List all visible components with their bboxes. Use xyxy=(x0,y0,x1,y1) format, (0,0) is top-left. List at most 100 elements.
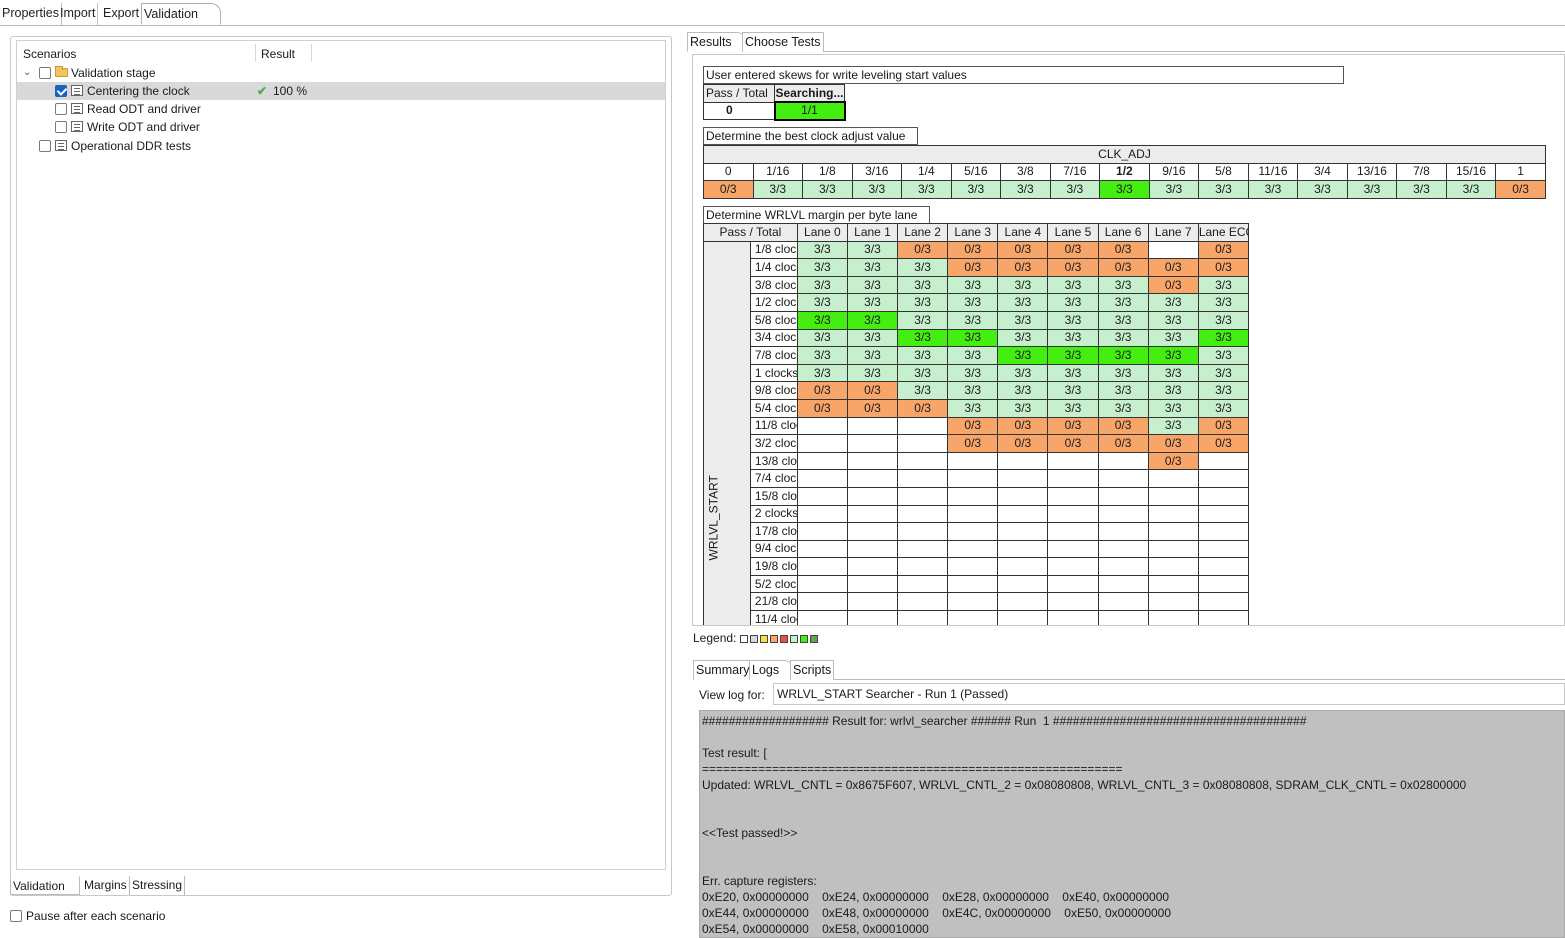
row-label: 7/8 clocks xyxy=(749,346,798,365)
view-log-select[interactable]: WRLVL_START Searcher - Run 1 (Passed) xyxy=(773,683,1565,705)
lane-cell xyxy=(997,574,1049,594)
row-label: 11/4 clocks xyxy=(749,610,798,625)
lane-cell xyxy=(897,522,949,541)
pause-option[interactable]: Pause after each scenario xyxy=(10,908,165,924)
lane-cell: 3/3 xyxy=(796,310,848,330)
column-header-result[interactable]: Result xyxy=(261,47,295,61)
tree-row-write-odt[interactable]: Write ODT and driver xyxy=(17,118,665,136)
checkbox-centering-the-clock[interactable] xyxy=(55,85,67,97)
lane-cell xyxy=(1197,539,1250,559)
clk-adj-cell: 3/3 xyxy=(752,180,804,199)
tab-validation-bottom[interactable]: Validation xyxy=(10,876,80,895)
lane-cell: 3/3 xyxy=(1047,346,1099,365)
lane-cell xyxy=(796,610,848,625)
lane-cell xyxy=(897,469,949,488)
tab-results[interactable]: Results xyxy=(687,32,747,52)
tab-properties[interactable]: Properties xyxy=(0,3,62,25)
tree-row-operational-ddr[interactable]: Operational DDR tests xyxy=(17,137,665,155)
skews-search-value: 1/1 xyxy=(773,101,846,121)
row-label: 1/8 clocks xyxy=(749,240,798,260)
lane-cell xyxy=(947,451,999,471)
lane-cell: 3/3 xyxy=(1047,381,1099,400)
lane-cell xyxy=(796,522,848,541)
lane-cell: 3/3 xyxy=(897,346,949,365)
lane-cell xyxy=(846,557,899,576)
lane-cell xyxy=(796,416,848,436)
lane-cell: 3/3 xyxy=(1047,363,1099,383)
lane-cell xyxy=(796,469,848,488)
tab-export[interactable]: Export xyxy=(101,3,143,25)
lane-cell xyxy=(1097,557,1149,576)
checkbox-write-odt[interactable] xyxy=(55,121,67,133)
legend-swatch xyxy=(759,634,768,643)
lane-cell: 3/3 xyxy=(846,310,899,330)
lane-cell: 3/3 xyxy=(1197,328,1250,348)
row-label: 19/8 clocks xyxy=(749,557,798,576)
lane-cell xyxy=(1197,522,1250,541)
lane-cell: 3/3 xyxy=(997,381,1049,400)
header-pass-total: Pass / Total xyxy=(703,223,798,242)
lane-cell xyxy=(897,416,949,436)
clk-adj-cell: 3/3 xyxy=(1099,180,1150,199)
lane-cell: 3/3 xyxy=(846,328,899,348)
row-label: 1/2 clocks xyxy=(749,293,798,312)
lane-cell xyxy=(947,574,999,594)
lane-cell: 3/3 xyxy=(796,293,848,312)
test-icon xyxy=(71,103,83,114)
column-header-scenarios[interactable]: Scenarios xyxy=(23,47,76,61)
clk-adj-col-header: 5/16 xyxy=(950,162,1002,182)
tab-scripts[interactable]: Scripts xyxy=(790,660,835,680)
log-line: Err. capture registers: xyxy=(702,874,817,888)
tree-row-validation-stage[interactable]: ⌄ Validation stage xyxy=(17,64,665,82)
lane-header: Lane 2 xyxy=(897,223,949,242)
row-label: 21/8 clocks xyxy=(749,592,798,612)
lane-cell: 0/3 xyxy=(1097,240,1149,260)
tab-choose-tests[interactable]: Choose Tests xyxy=(742,32,824,52)
pause-checkbox[interactable] xyxy=(10,910,22,922)
clk-adj-cell: 3/3 xyxy=(1297,180,1348,199)
checkbox-operational-ddr[interactable] xyxy=(39,140,51,152)
lane-cell xyxy=(1147,592,1199,612)
lane-cell xyxy=(796,557,848,576)
lane-header: Lane ECC xyxy=(1197,223,1250,242)
clk-adj-col-header: 3/16 xyxy=(851,162,903,182)
header-pass-total: Pass / Total xyxy=(703,84,775,103)
tree-row-centering-the-clock[interactable]: Centering the clock ✔ 100 % xyxy=(17,82,665,100)
results-panel: User entered skews for write leveling st… xyxy=(692,54,1565,626)
lane-cell xyxy=(1047,557,1099,576)
chevron-down-icon[interactable]: ⌄ xyxy=(23,64,31,82)
lane-header: Lane 3 xyxy=(947,223,999,242)
lane-header: Lane 1 xyxy=(846,223,899,242)
tab-stressing[interactable]: Stressing xyxy=(130,876,186,895)
checkbox-validation-stage[interactable] xyxy=(39,67,51,79)
clk-adj-col-header: 1/4 xyxy=(901,162,952,182)
lane-cell: 3/3 xyxy=(897,363,949,383)
tree-row-read-odt[interactable]: Read ODT and driver xyxy=(17,100,665,118)
lane-cell xyxy=(947,504,999,524)
lane-cell: 3/3 xyxy=(1147,363,1199,383)
lane-cell: 3/3 xyxy=(1147,328,1199,348)
clk-adj-cell: 3/3 xyxy=(1247,180,1299,199)
tab-logs[interactable]: Logs xyxy=(749,660,795,680)
lane-cell xyxy=(1097,610,1149,625)
lane-cell xyxy=(897,574,949,594)
lane-cell xyxy=(796,574,848,594)
checkbox-read-odt[interactable] xyxy=(55,103,67,115)
tab-import[interactable]: Import xyxy=(58,3,99,25)
tab-margins[interactable]: Margins xyxy=(82,876,130,895)
lane-cell: 0/3 xyxy=(1147,275,1199,295)
lane-cell: 0/3 xyxy=(1197,416,1250,436)
lane-cell: 3/3 xyxy=(947,398,999,418)
lane-cell: 0/3 xyxy=(846,398,899,418)
row-axis-label: WRLVL_START xyxy=(703,240,751,625)
table-row: 5/8 clocks3/33/33/33/33/33/33/33/33/3 xyxy=(704,310,1250,330)
tab-validation[interactable]: Validation xyxy=(141,3,221,25)
tab-summary[interactable]: Summary xyxy=(693,660,753,680)
tree-label: Centering the clock xyxy=(87,84,190,98)
lane-cell xyxy=(947,610,999,625)
lane-cell xyxy=(897,451,949,471)
lane-cell: 3/3 xyxy=(846,363,899,383)
lane-cell: 3/3 xyxy=(1097,363,1149,383)
log-output[interactable]: ################### Result for: wrlvl_se… xyxy=(699,710,1565,938)
